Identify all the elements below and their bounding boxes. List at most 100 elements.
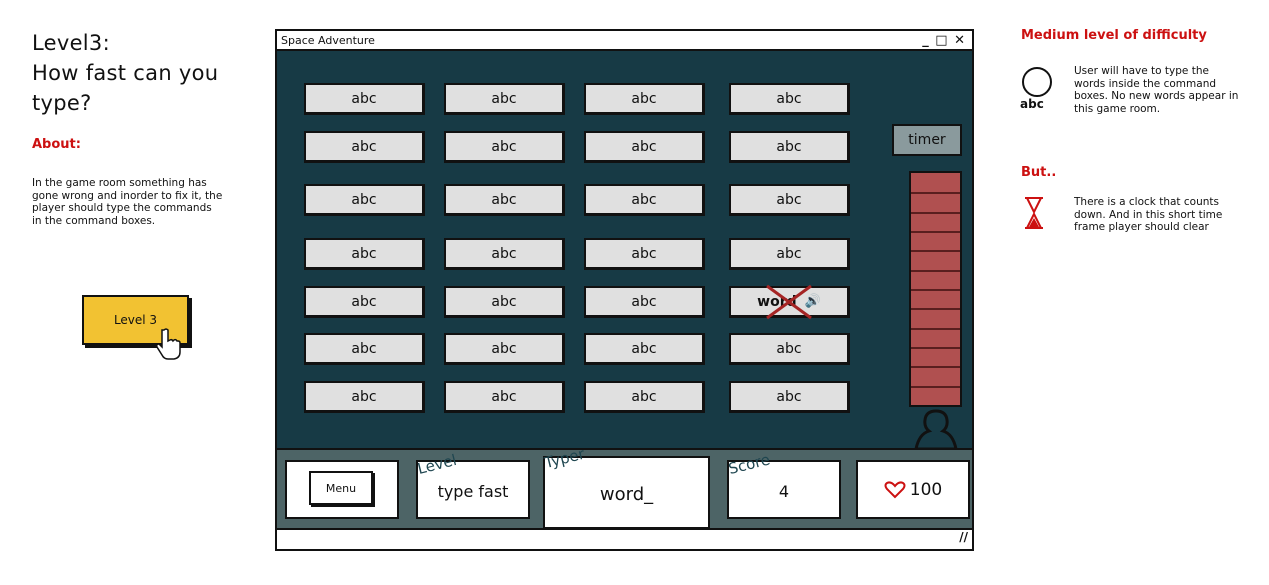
word-icon: abc — [1020, 66, 1054, 116]
command-word: abc — [491, 138, 517, 155]
timer-segment-divider — [911, 231, 960, 233]
timer-segment-divider — [911, 385, 960, 388]
command-word: abc — [351, 340, 377, 357]
command-word: abc — [491, 293, 517, 310]
timer-segment-divider — [911, 347, 960, 349]
command-word: abc — [776, 90, 802, 107]
health-panel: 100 — [856, 460, 970, 519]
command-box[interactable]: abc — [729, 238, 850, 270]
command-box[interactable]: abc — [729, 333, 850, 365]
command-word: abc — [631, 191, 657, 208]
score-caption: Score — [726, 450, 772, 478]
command-word: abc — [351, 293, 377, 310]
command-box[interactable]: abc — [304, 286, 425, 318]
but-heading: But.. — [1021, 165, 1057, 180]
command-box[interactable]: abc — [444, 238, 565, 270]
command-box[interactable]: abc — [304, 184, 425, 216]
window-titlebar: Space Adventure _ □ ✕ — [277, 31, 972, 51]
command-box[interactable]: abc — [584, 238, 705, 270]
timer-segment-divider — [911, 289, 960, 291]
command-word: abc — [351, 90, 377, 107]
command-word: abc — [491, 90, 517, 107]
command-box[interactable]: abc — [444, 286, 565, 318]
cross-out-icon — [766, 284, 812, 320]
command-word: abc — [351, 388, 377, 405]
command-box[interactable]: abc — [584, 286, 705, 318]
command-box[interactable]: abc — [584, 83, 705, 115]
but-text: There is a clock that counts down. And i… — [1074, 196, 1223, 233]
health-value: 100 — [909, 480, 943, 500]
command-box[interactable]: abc — [729, 83, 850, 115]
timer-segment-divider — [911, 250, 960, 253]
command-word: abc — [631, 388, 657, 405]
menu-button[interactable]: Menu — [309, 471, 373, 505]
command-box[interactable]: abc — [729, 131, 850, 163]
timer-segment-divider — [911, 366, 960, 369]
timer-segment-divider — [911, 269, 960, 272]
level-title: Level3: How fast can you type? — [32, 28, 252, 118]
command-box[interactable]: word 🔊 — [729, 284, 850, 320]
level-panel: Level type fast — [416, 451, 530, 519]
menu-panel: Menu — [285, 460, 399, 519]
timer-segment-divider — [911, 211, 960, 214]
command-word: abc — [776, 245, 802, 262]
timer-segment-divider — [911, 308, 960, 311]
game-window: Space Adventure _ □ ✕ timer abc abc abc abc… — [275, 29, 974, 551]
command-box[interactable]: abc — [444, 184, 565, 216]
timer-label: timer — [892, 124, 962, 156]
score-value: 4 — [778, 482, 790, 501]
command-box[interactable]: abc — [304, 238, 425, 270]
command-word: abc — [631, 293, 657, 310]
player-icon — [914, 409, 958, 453]
level-value: type fast — [437, 482, 509, 501]
command-box[interactable]: abc — [304, 381, 425, 413]
status-panel: Menu Level type fast Typer word_ Score 4… — [277, 444, 972, 529]
window-statusbar: // — [277, 528, 972, 549]
command-box[interactable]: abc — [584, 184, 705, 216]
command-word: abc — [351, 138, 377, 155]
command-box[interactable]: abc — [584, 381, 705, 413]
timer-segment-divider — [911, 192, 960, 195]
command-box[interactable]: abc — [444, 131, 565, 163]
window-title: Space Adventure — [281, 34, 375, 47]
command-box[interactable]: abc — [729, 381, 850, 413]
command-box[interactable]: abc — [304, 131, 425, 163]
about-heading: About: — [32, 137, 81, 152]
hand-cursor-icon — [156, 328, 182, 364]
command-word: abc — [351, 245, 377, 262]
command-word: abc — [776, 340, 802, 357]
about-text: In the game room something has gone wron… — [32, 177, 223, 227]
command-box[interactable]: abc — [444, 333, 565, 365]
command-box[interactable]: abc — [584, 131, 705, 163]
typer-input[interactable]: word_ — [545, 484, 708, 505]
game-area: timer abc abc abc abc abc abc abc abc abc abc abc a… — [277, 51, 972, 451]
title-line: type? — [32, 91, 92, 115]
title-line: Level3: — [32, 31, 110, 55]
command-word: abc — [776, 388, 802, 405]
typer-caption: Typer — [542, 444, 587, 472]
timer-bar — [909, 171, 962, 407]
command-box[interactable]: abc — [304, 333, 425, 365]
command-word: abc — [631, 245, 657, 262]
heart-icon — [884, 481, 906, 499]
circle-icon — [1022, 67, 1052, 97]
command-word: abc — [776, 138, 802, 155]
command-box[interactable]: abc — [584, 333, 705, 365]
command-word: abc — [491, 245, 517, 262]
score-panel: Score 4 — [727, 450, 841, 519]
difficulty-text: User will have to type the words inside … — [1074, 65, 1239, 115]
health-display: 100 — [858, 480, 968, 500]
level-caption: Level — [415, 450, 459, 478]
command-word: abc — [631, 90, 657, 107]
timer-segment-divider — [911, 327, 960, 330]
command-word: abc — [491, 191, 517, 208]
command-word: abc — [631, 138, 657, 155]
command-box[interactable]: abc — [444, 381, 565, 413]
command-box[interactable]: abc — [729, 184, 850, 216]
window-controls[interactable]: _ □ ✕ — [922, 31, 966, 51]
command-word: abc — [776, 191, 802, 208]
resize-grip-icon[interactable]: // — [959, 530, 968, 544]
command-box[interactable]: abc — [444, 83, 565, 115]
command-box[interactable]: abc — [304, 83, 425, 115]
difficulty-heading: Medium level of difficulty — [1021, 28, 1207, 43]
